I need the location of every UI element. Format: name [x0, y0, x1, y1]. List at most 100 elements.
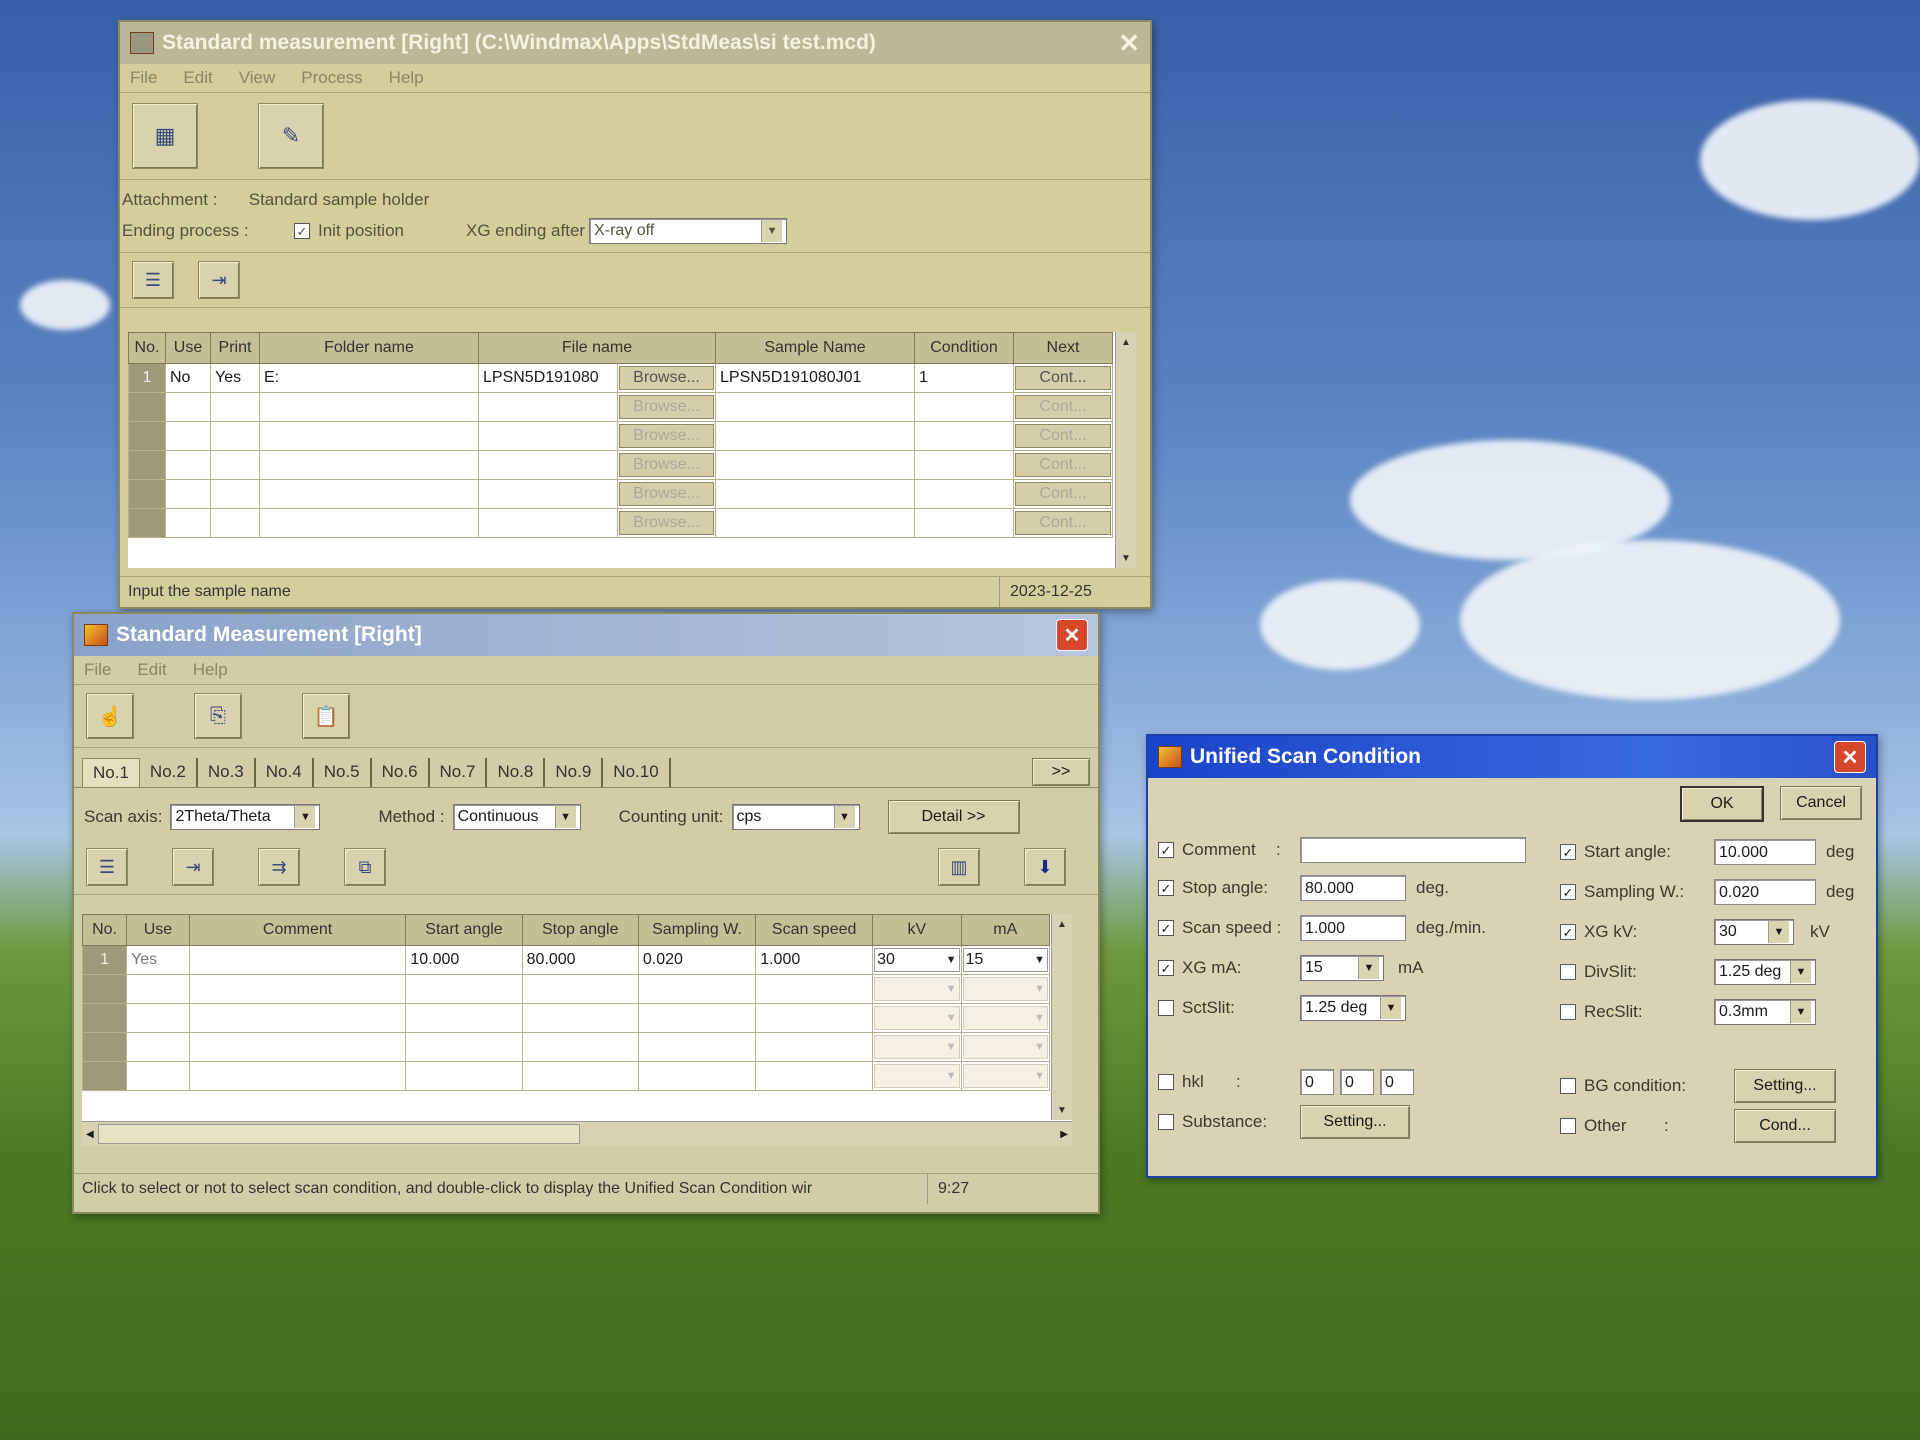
tab-no9[interactable]: No.9 [545, 758, 604, 787]
cell-sample[interactable] [715, 508, 915, 538]
cell-file[interactable] [478, 508, 618, 538]
kv-select[interactable]: 30 ▼ [874, 948, 960, 972]
cell-comment[interactable] [188, 1061, 407, 1091]
cell-comment[interactable] [188, 945, 407, 975]
cell-sample[interactable] [715, 450, 915, 480]
xg-kv-select[interactable]: 30 ▼ [1714, 919, 1794, 945]
cell-use[interactable] [126, 1061, 190, 1091]
table-row[interactable]: 1 Yes 10.000 80.000 0.020 1.000 30 ▼ 15 ▼ [82, 945, 1051, 975]
scroll-left-icon[interactable]: ◀ [86, 1129, 94, 1140]
comment-input[interactable] [1300, 837, 1526, 863]
window2-titlebar[interactable]: Standard Measurement [Right] ✕ [74, 614, 1098, 656]
bg-setting-button[interactable]: Setting... [1734, 1069, 1836, 1103]
scroll-up-icon[interactable]: ▲ [1116, 332, 1136, 352]
cell-condition[interactable] [914, 450, 1014, 480]
table-row[interactable]: Browse... Cont... [128, 392, 1113, 422]
cell-file[interactable] [478, 392, 618, 422]
tab-no2[interactable]: No.2 [140, 758, 198, 787]
recslit-select[interactable]: 0.3mm ▼ [1714, 999, 1816, 1025]
detail-button[interactable]: Detail >> [887, 800, 1020, 834]
scan-speed-input[interactable]: 1.000 [1300, 915, 1406, 941]
method-select[interactable]: Continuous ▼ [452, 804, 581, 830]
cell-use[interactable] [165, 508, 211, 538]
cell-print[interactable]: Yes [210, 363, 260, 393]
start-angle-checkbox[interactable]: ✓ [1560, 844, 1576, 860]
scroll-thumb[interactable] [97, 1124, 580, 1144]
cell-folder[interactable] [259, 479, 479, 509]
paste-row-button[interactable]: ⧉ [344, 848, 386, 886]
cont-button[interactable]: Cont... [1015, 424, 1111, 448]
window1-titlebar[interactable]: Standard measurement [Right] (C:\Windmax… [120, 22, 1150, 64]
cell-print[interactable] [210, 450, 260, 480]
xg-kv-checkbox[interactable]: ✓ [1560, 924, 1576, 940]
cell-scan-speed[interactable] [755, 1061, 874, 1091]
hkl-h-input[interactable]: 0 [1300, 1069, 1334, 1095]
cell-stop-angle[interactable]: 80.000 [521, 945, 639, 975]
table-row[interactable]: ▼ ▼ [82, 1061, 1051, 1091]
menu-help[interactable]: Help [389, 68, 424, 88]
cell-condition[interactable] [914, 421, 1014, 451]
menu-edit[interactable]: Edit [183, 68, 212, 88]
substance-setting-button[interactable]: Setting... [1300, 1105, 1410, 1139]
cell-sampling[interactable]: 0.020 [637, 945, 757, 975]
cell-sample[interactable] [715, 392, 915, 422]
scroll-down-icon[interactable]: ▼ [1052, 1100, 1072, 1120]
cell-folder[interactable] [259, 450, 479, 480]
cell-use[interactable] [165, 421, 211, 451]
copy-button[interactable]: ⎘ [194, 693, 242, 739]
cell-scan-speed[interactable]: 1.000 [755, 945, 874, 975]
browse-button[interactable]: Browse... [619, 424, 714, 448]
menu-file[interactable]: File [84, 660, 111, 680]
cont-button[interactable]: Cont... [1015, 395, 1111, 419]
tab-no4[interactable]: No.4 [256, 758, 314, 787]
insert-row-button[interactable]: ☰ [86, 848, 128, 886]
tab-no1[interactable]: No.1 [82, 758, 140, 787]
condition-button[interactable]: ☝ [86, 693, 134, 739]
hkl-l-input[interactable]: 0 [1380, 1069, 1414, 1095]
cell-file[interactable] [478, 479, 618, 509]
cell-print[interactable] [210, 392, 260, 422]
download-button[interactable]: ⬇ [1024, 848, 1066, 886]
ma-select[interactable]: 15 ▼ [962, 948, 1048, 972]
cell-folder[interactable]: E: [259, 363, 479, 393]
insert-row-button[interactable]: ☰ [132, 261, 174, 299]
sampling-input[interactable]: 0.020 [1714, 879, 1816, 905]
cell-comment[interactable] [188, 1032, 407, 1062]
sctslit-select[interactable]: 1.25 deg ▼ [1300, 995, 1406, 1021]
column-setting-button[interactable]: ▥ [938, 848, 980, 886]
cell-use[interactable] [165, 450, 211, 480]
table-row[interactable]: Browse... Cont... [128, 421, 1113, 451]
other-cond-button[interactable]: Cond... [1734, 1109, 1836, 1143]
close-icon[interactable]: ✕ [1118, 28, 1140, 59]
horizontal-scrollbar[interactable]: ◀ ▶ [82, 1121, 1072, 1146]
cell-stop-angle[interactable] [521, 1061, 639, 1091]
cell-use[interactable] [126, 1032, 190, 1062]
xg-ma-select[interactable]: 15 ▼ [1300, 955, 1384, 981]
sample-changer-button[interactable]: ▦ [132, 103, 198, 169]
browse-button[interactable]: Browse... [619, 395, 714, 419]
divslit-checkbox[interactable] [1560, 964, 1576, 980]
cell-sampling[interactable] [637, 1032, 757, 1062]
browse-button[interactable]: Browse... [619, 366, 714, 390]
kv-select[interactable]: ▼ [874, 1064, 960, 1088]
cont-button[interactable]: Cont... [1015, 511, 1111, 535]
cell-condition[interactable] [914, 508, 1014, 538]
menu-file[interactable]: File [130, 68, 157, 88]
cell-sample[interactable] [715, 479, 915, 509]
menu-help[interactable]: Help [193, 660, 228, 680]
vertical-scrollbar[interactable]: ▲ ▼ [1115, 332, 1136, 568]
ma-select[interactable]: ▼ [962, 1035, 1048, 1059]
vertical-scrollbar[interactable]: ▲ ▼ [1051, 914, 1072, 1120]
cancel-button[interactable]: Cancel [1780, 786, 1862, 820]
menu-process[interactable]: Process [301, 68, 362, 88]
cell-start-angle[interactable] [405, 1003, 523, 1033]
cell-file[interactable]: LPSN5D191080 [478, 363, 618, 393]
cell-use[interactable] [165, 479, 211, 509]
cell-stop-angle[interactable] [521, 974, 639, 1004]
cell-start-angle[interactable]: 10.000 [405, 945, 523, 975]
ma-select[interactable]: ▼ [962, 1006, 1048, 1030]
menu-view[interactable]: View [239, 68, 276, 88]
copy-row-button[interactable]: ⇉ [258, 848, 300, 886]
cell-use[interactable] [126, 1003, 190, 1033]
xg-ma-checkbox[interactable]: ✓ [1158, 960, 1174, 976]
